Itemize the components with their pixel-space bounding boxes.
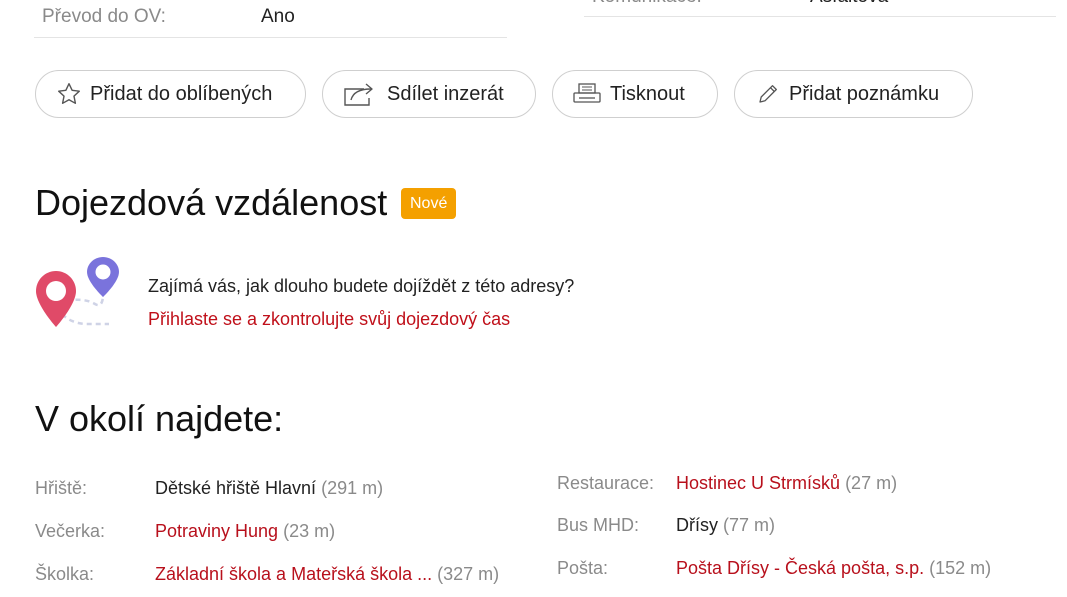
nearby-distance: (327 m) — [437, 564, 500, 584]
detail-label: Převod do OV: — [42, 6, 166, 27]
add-note-label: Přidat poznámku — [789, 82, 940, 105]
pencil-icon — [755, 79, 781, 109]
nearby-place-link[interactable]: Hostinec U Strmísků — [676, 473, 840, 493]
print-label: Tisknout — [610, 82, 685, 105]
nearby-place-name: Dřísy — [676, 515, 718, 535]
nearby-label: Večerka: — [35, 521, 106, 541]
nearby-label: Školka: — [35, 564, 95, 584]
commute-question: Zajímá vás, jak dlouho budete dojíždět z… — [148, 276, 575, 296]
nearby-place-link[interactable]: Pošta Dřísy - Česká pošta, s.p. — [676, 558, 924, 578]
nearby-label: Restaurace: — [557, 473, 655, 493]
add-favorite-label: Přidat do oblíbených — [90, 82, 273, 105]
nearby-distance: (152 m) — [929, 558, 992, 578]
nearby-heading: V okolí najdete: — [35, 398, 284, 439]
detail-row-road: Komunikace: Asfaltová — [584, 0, 1056, 17]
nearby-distance: (23 m) — [283, 521, 336, 541]
nearby-distance: (291 m) — [321, 478, 384, 498]
nearby-place-link[interactable]: Základní škola a Mateřská škola ... — [155, 564, 432, 584]
detail-row-transfer: Převod do OV: Ano — [34, 0, 507, 38]
share-listing-button[interactable]: Sdílet inzerát — [322, 70, 536, 118]
commute-login-link[interactable]: Přihlaste se a zkontrolujte svůj dojezdo… — [148, 309, 510, 330]
detail-label: Komunikace: — [592, 0, 702, 8]
star-icon — [54, 79, 84, 109]
detail-value: Asfaltová — [810, 0, 888, 8]
commute-heading: Dojezdová vzdálenost — [35, 182, 388, 223]
nearby-label: Pošta: — [557, 558, 609, 578]
nearby-place-name: Dětské hřiště Hlavní — [155, 478, 317, 498]
add-favorite-button[interactable]: Přidat do oblíbených — [35, 70, 306, 118]
nearby-label: Bus MHD: — [557, 515, 640, 535]
share-listing-label: Sdílet inzerát — [387, 82, 504, 105]
nearby-distance: (77 m) — [723, 515, 776, 535]
add-note-button[interactable]: Přidat poznámku — [734, 70, 973, 118]
nearby-label: Hřiště: — [35, 478, 88, 498]
printer-icon — [572, 79, 602, 109]
nearby-place-link[interactable]: Potraviny Hung — [155, 521, 278, 541]
share-icon — [342, 79, 376, 109]
new-badge: Nové — [401, 188, 457, 219]
detail-value: Ano — [261, 6, 295, 27]
commute-pins-icon — [33, 254, 125, 332]
nearby-distance: (27 m) — [845, 473, 898, 493]
print-button[interactable]: Tisknout — [552, 70, 718, 118]
